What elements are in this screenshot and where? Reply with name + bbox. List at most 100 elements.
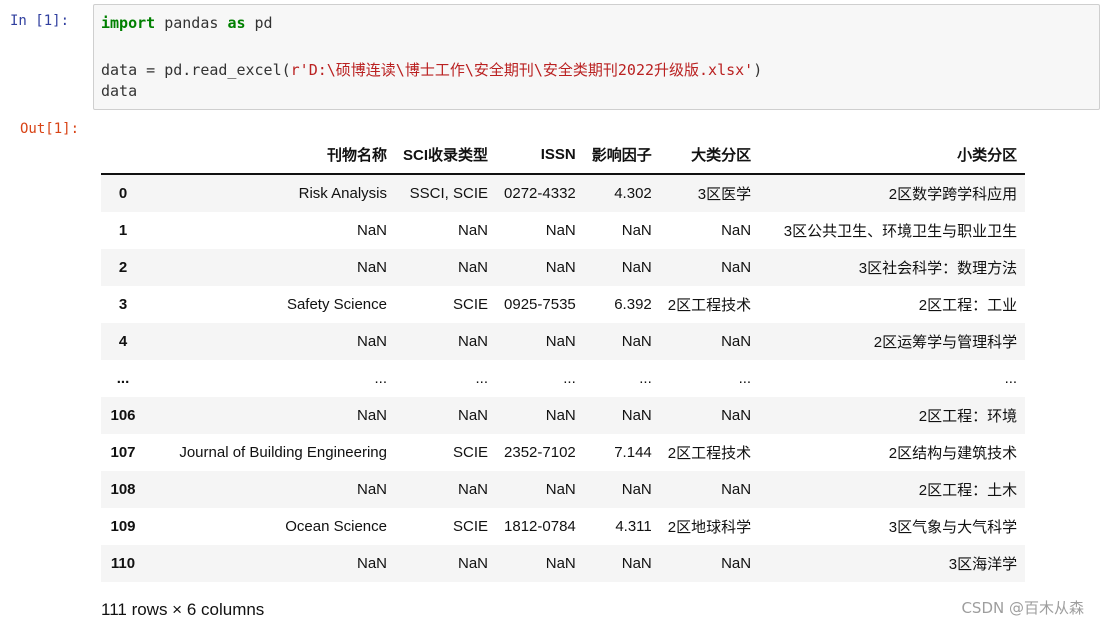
- table-cell: Safety Science: [286, 296, 387, 313]
- row-index: 110: [110, 555, 136, 572]
- table-cell: NaN: [356, 259, 387, 276]
- table-row: 3 Safety Science SCIE 0925-7535 6.392 2区工程技术 2…: [101, 286, 1025, 323]
- table-cell: 2区地球科学: [667, 519, 752, 536]
- table-cell: NaN: [545, 481, 576, 498]
- table-cell: NaN: [458, 259, 489, 276]
- dataframe-table: 刊物名称 SCI收录类型 ISSN 影响因子 大类分区 小类分区 0 Risk A…: [101, 135, 1026, 582]
- column-header: 影响因子: [583, 135, 660, 175]
- row-index: 1: [118, 222, 128, 239]
- table-cell: NaN: [721, 222, 752, 239]
- table-cell: 6.392: [614, 296, 652, 313]
- row-index: 4: [118, 333, 128, 350]
- index-header: [101, 135, 145, 175]
- table-cell: ...: [563, 370, 576, 387]
- code-text: data = pd.read_excel(: [101, 61, 291, 79]
- table-cell: NaN: [458, 222, 489, 239]
- code-line-data: data: [101, 82, 138, 100]
- table-cell: NaN: [545, 407, 576, 424]
- row-index: 108: [110, 481, 136, 498]
- table-cell: NaN: [621, 481, 652, 498]
- table-row: 4 NaN NaN NaN NaN NaN 2区运筹学与管理科学: [101, 323, 1026, 360]
- table-cell: NaN: [458, 407, 489, 424]
- table-cell: NaN: [356, 481, 387, 498]
- table-cell: SCIE: [453, 444, 489, 461]
- table-header: 刊物名称 SCI收录类型 ISSN 影响因子 大类分区 小类分区: [101, 135, 1026, 175]
- table-cell: ...: [374, 370, 387, 387]
- column-header: SCI收录类型: [395, 135, 497, 175]
- row-index: 0: [118, 185, 128, 202]
- row-index: 109: [110, 518, 136, 535]
- table-cell: NaN: [721, 555, 752, 572]
- table-cell: NaN: [621, 259, 652, 276]
- table-row: 1 NaN NaN NaN NaN NaN 3区公共卫生、环境卫生与职业卫生: [101, 212, 1025, 249]
- table-cell: 3区气象与大气科学: [888, 519, 1018, 536]
- code-string-path: r'D:\硕博连读\博士工作\安全期刊\安全类期刊2022升级版.xlsx': [290, 61, 754, 79]
- table-cell: 2区工程技术: [667, 445, 752, 462]
- table-cell: NaN: [621, 222, 652, 239]
- table-cell: 2区工程：土木: [918, 482, 1018, 499]
- code-text: ): [753, 61, 763, 79]
- keyword-as: as: [227, 14, 246, 32]
- column-header: 大类分区: [659, 135, 760, 175]
- dataframe-shape: 111 rows × 6 columns: [101, 600, 265, 619]
- keyword-import: import: [101, 14, 156, 32]
- table-cell: 1812-0784: [504, 518, 576, 535]
- table-cell: 2352-7102: [504, 444, 576, 461]
- table-cell: NaN: [545, 259, 576, 276]
- table-cell: NaN: [621, 407, 652, 424]
- table-cell: 7.144: [614, 444, 652, 461]
- watermark: CSDN @百木从森: [961, 599, 1084, 617]
- table-row: 109 Ocean Science SCIE 1812-0784 4.311 2区地球科学…: [101, 508, 1025, 545]
- row-index: 107: [110, 444, 136, 461]
- table-cell: Ocean Science: [285, 518, 387, 535]
- table-cell: SSCI, SCIE: [409, 185, 489, 202]
- table-cell: ...: [738, 370, 752, 387]
- table-cell: NaN: [356, 407, 387, 424]
- table-cell: 4.302: [614, 185, 652, 202]
- table-row: 110 NaN NaN NaN NaN NaN 3区海洋学: [101, 545, 1026, 582]
- table-cell: NaN: [458, 333, 489, 350]
- table-cell: 2区工程技术: [667, 297, 752, 314]
- code-text: pd: [245, 14, 273, 32]
- row-index: 106: [110, 407, 136, 424]
- table-cell: 0272-4332: [504, 185, 576, 202]
- table-cell: NaN: [621, 555, 652, 572]
- table-cell: 3区公共卫生、环境卫生与职业卫生: [783, 223, 1018, 240]
- table-cell: NaN: [356, 222, 387, 239]
- table-row: 0 Risk Analysis SSCI, SCIE 0272-4332 4.302 3区…: [101, 174, 1026, 212]
- table-cell: Journal of Building Engineering: [179, 444, 387, 461]
- table-cell: ...: [1004, 370, 1018, 387]
- table-cell: 3区社会科学：数理方法: [858, 260, 1018, 277]
- table-cell: 3区医学: [697, 186, 752, 203]
- table-row: 106 NaN NaN NaN NaN NaN 2区工程：环境: [101, 397, 1026, 434]
- table-cell: NaN: [545, 222, 576, 239]
- table-cell: 2区工程：环境: [918, 408, 1018, 425]
- table-cell: 2区数学跨学科应用: [888, 186, 1018, 203]
- code-cell[interactable]: import pandas as pd data = pd.read_excel…: [93, 4, 1100, 110]
- table-cell: 2区工程：工业: [918, 297, 1018, 314]
- column-header: ISSN: [496, 135, 584, 175]
- table-cell: NaN: [458, 555, 489, 572]
- column-header: 刊物名称: [145, 135, 395, 175]
- column-header: 小类分区: [759, 135, 1026, 175]
- table-row: 108 NaN NaN NaN NaN NaN 2区工程：土木: [101, 471, 1026, 508]
- code-line-import: import pandas as pd: [101, 14, 273, 32]
- table-cell: NaN: [621, 333, 652, 350]
- table-cell: NaN: [721, 333, 752, 350]
- table-row: 2 NaN NaN NaN NaN NaN 3区社会科学：数理方法: [101, 249, 1026, 286]
- table-row: .....................: [101, 360, 1025, 397]
- table-cell: NaN: [545, 333, 576, 350]
- table-cell: NaN: [721, 407, 752, 424]
- row-index: ...: [116, 370, 130, 387]
- table-cell: 2区结构与建筑技术: [888, 445, 1018, 462]
- table-cell: 2区运筹学与管理科学: [873, 334, 1018, 351]
- table-cell: NaN: [458, 481, 489, 498]
- table-cell: NaN: [356, 555, 387, 572]
- table-cell: SCIE: [453, 518, 489, 535]
- table-cell: Risk Analysis: [298, 185, 387, 202]
- table-cell: NaN: [356, 333, 387, 350]
- table-cell: 3区海洋学: [948, 556, 1018, 573]
- table-cell: NaN: [721, 259, 752, 276]
- table-body: 0 Risk Analysis SSCI, SCIE 0272-4332 4.302 3区…: [101, 174, 1026, 582]
- header-row: 刊物名称 SCI收录类型 ISSN 影响因子 大类分区 小类分区: [101, 135, 1026, 175]
